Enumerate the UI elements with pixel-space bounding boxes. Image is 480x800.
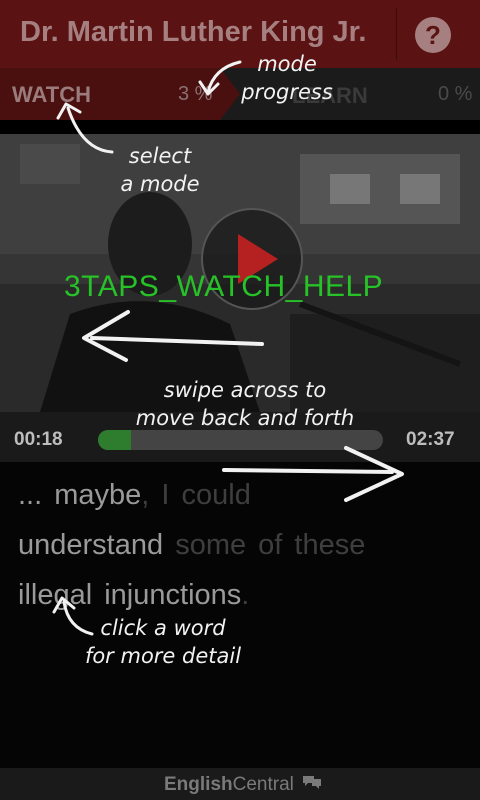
transcript-text: . (241, 579, 250, 611)
transcript-line: illegal injunctions. (18, 570, 468, 620)
watch-help-text: 3TAPS_WATCH_HELP (64, 270, 384, 303)
transcript-line: ... maybe, I could (18, 470, 468, 520)
transcript-line: understand some of these (18, 520, 468, 570)
learn-progress: 0 % (438, 83, 473, 105)
video-player[interactable]: 3TAPS_WATCH_HELP (0, 134, 480, 412)
transcript: ... maybe, I could understand some of th… (18, 470, 468, 620)
transcript-word[interactable]: illegal (18, 579, 92, 611)
progress-slider[interactable] (98, 430, 383, 450)
progress-fill (98, 430, 131, 450)
page-title: Dr. Martin Luther King Jr. (20, 16, 367, 48)
watch-progress: 3 % (178, 83, 213, 105)
annotation-mode-progress: mode progress (241, 52, 333, 104)
help-icon[interactable]: ? (415, 17, 451, 53)
total-time: 02:37 (406, 429, 455, 450)
transcript-word[interactable]: understand (18, 529, 163, 561)
transcript-word[interactable]: injunctions (104, 579, 241, 611)
speech-bubble-icon (303, 776, 322, 789)
annotation-select-mode: select a mode (120, 144, 200, 196)
tab-watch-label[interactable]: WATCH (12, 82, 91, 108)
spacer (0, 120, 480, 134)
transcript-text: ... (18, 479, 55, 511)
current-time: 00:18 (14, 429, 63, 450)
annotation-click-word: click a word for more detail (84, 616, 242, 668)
transcript-text[interactable]: , I could (141, 479, 251, 511)
brand-text: Central (232, 774, 294, 795)
brand-logo: EnglishCentral (164, 774, 323, 796)
annotation-swipe: swipe across to move back and forth (135, 378, 355, 430)
transcript-word[interactable]: maybe (54, 479, 141, 511)
title-divider (396, 8, 397, 60)
brand-text-strong: English (164, 774, 233, 795)
transcript-word[interactable]: some of these (175, 529, 365, 561)
